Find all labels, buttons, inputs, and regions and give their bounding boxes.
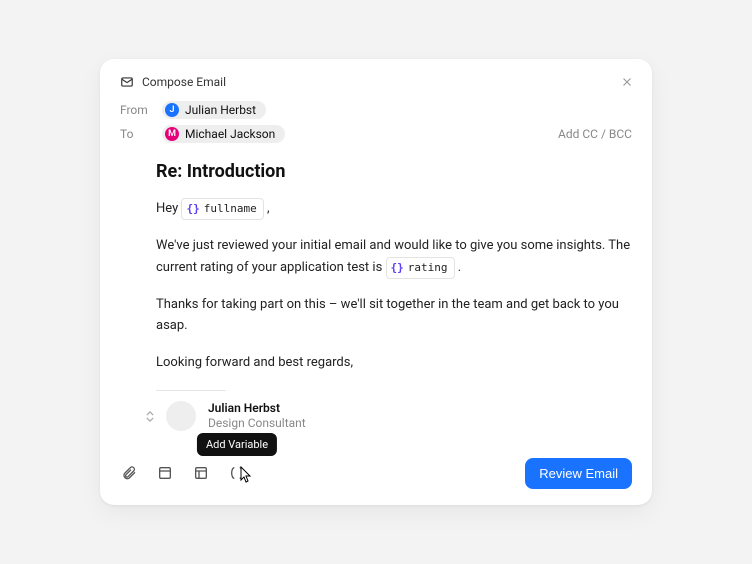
compose-window: Compose Email From J Julian Herbst To M … <box>100 59 652 504</box>
signature-title: Design Consultant <box>208 416 306 432</box>
layout-button[interactable] <box>192 464 210 482</box>
close-button[interactable] <box>620 75 634 92</box>
from-avatar: J <box>165 103 179 117</box>
body-text: Looking forward and best regards, <box>156 353 632 374</box>
add-variable-button[interactable]: Add Variable <box>228 464 246 482</box>
signature-avatar <box>166 401 196 431</box>
variable-rating[interactable]: {}rating <box>386 257 455 279</box>
window-title: Compose Email <box>142 75 226 89</box>
review-email-button[interactable]: Review Email <box>525 458 632 489</box>
from-label: From <box>120 103 162 117</box>
body-text: , <box>267 202 270 217</box>
mail-icon <box>120 75 134 89</box>
subject-field[interactable]: Re: Introduction <box>156 161 632 182</box>
to-chip[interactable]: M Michael Jackson <box>162 125 285 143</box>
compose-toolbar: Add Variable Review Email <box>120 458 632 489</box>
to-row: To M Michael Jackson Add CC / BCC <box>120 125 632 143</box>
body-text: . <box>458 260 461 275</box>
signature-block: Julian Herbst Design Consultant <box>146 401 632 432</box>
body-text: Thanks for taking part on this – we'll s… <box>156 295 632 337</box>
from-name: Julian Herbst <box>185 103 256 117</box>
add-variable-tooltip: Add Variable <box>197 433 277 456</box>
signature-switcher[interactable] <box>146 411 154 422</box>
from-row: From J Julian Herbst <box>120 101 632 119</box>
from-chip[interactable]: J Julian Herbst <box>162 101 266 119</box>
add-cc-bcc[interactable]: Add CC / BCC <box>558 127 632 141</box>
template-button[interactable] <box>156 464 174 482</box>
email-body[interactable]: Hey {}fullname , We've just reviewed you… <box>156 198 632 373</box>
attachment-button[interactable] <box>120 464 138 482</box>
signature-name: Julian Herbst <box>208 401 306 417</box>
window-header: Compose Email <box>120 75 632 89</box>
variable-fullname[interactable]: {}fullname <box>181 198 263 220</box>
body-text: Hey <box>156 202 181 217</box>
to-name: Michael Jackson <box>185 127 275 141</box>
to-label: To <box>120 127 162 141</box>
to-avatar: M <box>165 127 179 141</box>
signature-separator <box>156 390 226 391</box>
